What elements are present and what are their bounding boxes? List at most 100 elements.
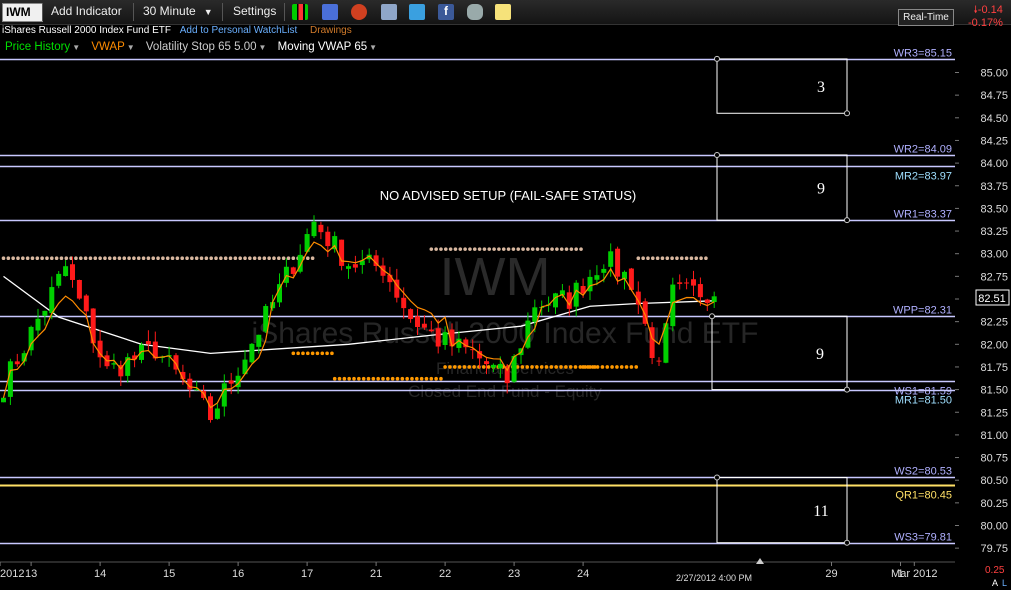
level-label-wpp: WPP=82.31 [893, 305, 952, 317]
volatility-stop-dot [429, 376, 434, 381]
volatility-stop-dot [559, 247, 564, 251]
volatility-stop-dot [74, 256, 78, 261]
footer-tag: 0.25 [985, 565, 1005, 576]
volatility-stop-dot [320, 351, 325, 356]
volatility-stop-dot [315, 351, 320, 356]
candle-body [421, 323, 427, 328]
auto-scale-button[interactable]: A [992, 578, 998, 588]
volatility-stop-dot [486, 365, 491, 369]
volatility-stop-dot [600, 365, 605, 369]
volatility-stop-dot [117, 256, 122, 261]
x-tick-label: 21 [370, 568, 382, 580]
volatility-stop-dot [457, 365, 462, 369]
volatility-stop-dot [655, 256, 660, 261]
volatility-stop-dot [463, 247, 467, 251]
volatility-stop-dot [83, 256, 88, 261]
volatility-stop-dot [390, 376, 395, 381]
candle-body [352, 264, 358, 268]
setup-zones: 3 9 9 11 [709, 55, 850, 546]
volatility-stop-dot [605, 365, 610, 369]
zone-box [716, 58, 848, 114]
volatility-stop-dot [670, 256, 674, 261]
volatility-stop-dot [443, 247, 448, 251]
volatility-stop-dot [615, 365, 619, 369]
candle-body [408, 309, 414, 320]
volatility-stop-dot [636, 256, 641, 261]
volatility-stop-dot [122, 256, 127, 261]
volatility-stop-dot [569, 247, 574, 251]
y-tick-label: 84.00 [980, 158, 1008, 170]
volatility-stop-dot [291, 351, 296, 356]
y-tick-label: 79.75 [980, 543, 1008, 555]
volatility-stop-dot [277, 256, 281, 261]
price-chart[interactable]: IWM iShares Russell 2000 Index Fund ETF … [0, 0, 1011, 590]
cursor-time: 2/27/2012 4:00 PM [676, 573, 752, 583]
volatility-stop-dot [453, 247, 458, 251]
volatility-stop-dot [434, 376, 438, 381]
volatility-stop-dot [574, 247, 578, 251]
level-label-wr1: WR1=83.37 [894, 209, 952, 221]
y-tick-label: 85.00 [980, 68, 1008, 80]
volatility-stop-dot [492, 247, 496, 251]
volatility-stop-dot [40, 256, 44, 261]
candle-body [656, 360, 662, 362]
volatility-stop-dot [98, 256, 102, 261]
volatility-stop-dot [400, 376, 405, 381]
volatility-stop-dot [219, 256, 223, 261]
candle-body [704, 299, 710, 304]
volatility-stop-dot [25, 256, 30, 261]
volatility-stop-dot [448, 365, 452, 369]
volatility-stop-dot [619, 365, 624, 369]
volatility-stop-dot [35, 256, 40, 261]
y-tick-label: 80.25 [980, 498, 1008, 510]
volatility-stop-dot [243, 256, 247, 261]
volatility-stop-dot [357, 376, 361, 381]
candle-body [42, 310, 48, 316]
volatility-stop-dot [448, 247, 453, 251]
candle-body [56, 273, 62, 286]
volatility-stop-dot [535, 247, 540, 251]
candle-body [339, 239, 345, 266]
volatility-stop-dot [477, 365, 481, 369]
volatility-stop-dot [272, 256, 276, 261]
x-tick-label: 15 [163, 568, 175, 580]
volatility-stop-dot [228, 256, 233, 261]
volatility-stop-dot [267, 256, 271, 261]
x-tick-label: 23 [508, 568, 520, 580]
candle-body [415, 316, 420, 328]
volatility-stop-dot [555, 247, 559, 251]
volatility-stop-dot [579, 247, 583, 251]
scroll-marker-icon[interactable] [756, 558, 764, 564]
volatility-stop-dot [520, 365, 525, 369]
volatility-stop-dot [366, 376, 371, 381]
x-tick-label: 29 [825, 568, 837, 580]
x-tick-label: 2012 [0, 568, 24, 580]
volatility-stop-dot [204, 256, 209, 261]
volatility-stop-dot [405, 376, 409, 381]
volatility-stop-dot [386, 376, 390, 381]
candle-body [684, 282, 690, 284]
volatility-stop-dot [347, 376, 351, 381]
volatility-stop-dot [545, 247, 550, 251]
log-scale-button[interactable]: L [1002, 578, 1007, 588]
volatility-stop-dot [452, 365, 457, 369]
volatility-stop-dot [45, 256, 49, 261]
volatility-stop-dot [564, 247, 569, 251]
candle-body [256, 334, 262, 347]
y-tick-label: 80.50 [980, 475, 1008, 487]
candle-body [76, 279, 82, 299]
x-tick-label: 13 [25, 568, 37, 580]
volatility-stop-dot [477, 247, 482, 251]
y-tick-label: 82.25 [980, 317, 1008, 329]
candle-body [325, 231, 331, 247]
volatility-stop-dot [146, 256, 151, 261]
volatility-stop-dot [78, 256, 83, 261]
volatility-stop-dot [1, 256, 6, 261]
volatility-stop-dot [361, 376, 366, 381]
candle-body [670, 284, 676, 327]
volatility-stop-dot [50, 256, 54, 261]
candle-body [428, 329, 434, 332]
volatility-stop-dot [281, 256, 286, 261]
volatility-stop-dot [93, 256, 98, 261]
volatility-stop-dot [238, 256, 242, 261]
